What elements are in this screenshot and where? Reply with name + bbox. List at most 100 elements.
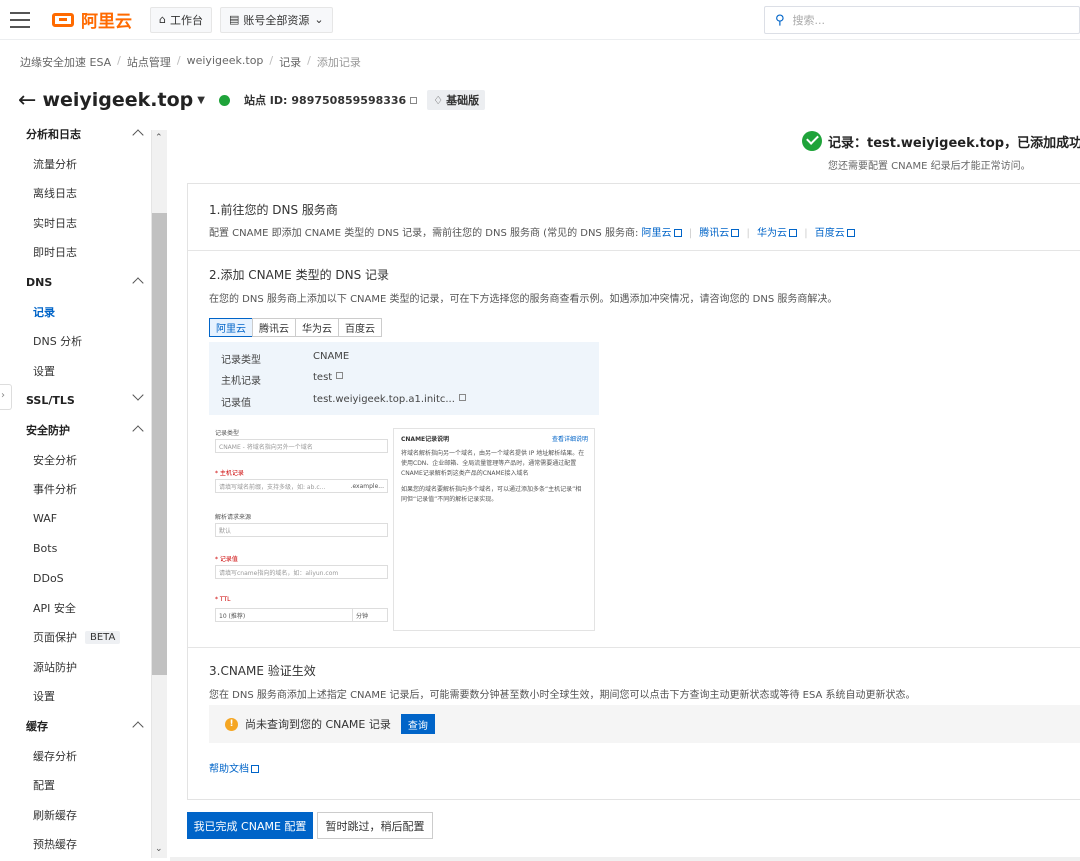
chevron-up-icon[interactable] xyxy=(132,277,144,289)
sidebar-item[interactable]: API 安全 xyxy=(0,594,150,622)
sidebar-item[interactable]: 预热缓存 xyxy=(0,830,150,858)
form-label: 记录类型 xyxy=(215,430,240,437)
provider-link-huawei[interactable]: 华为云 xyxy=(757,228,798,239)
record-value: test.weiyigeek.top.a1.initc... xyxy=(313,394,455,405)
sidebar-item[interactable]: 即时日志 xyxy=(0,238,150,266)
sidebar-item[interactable]: 安全分析 xyxy=(0,446,150,474)
breadcrumb-item[interactable]: weiyigeek.top xyxy=(187,54,264,70)
breadcrumb-item[interactable]: 站点管理 xyxy=(127,54,171,70)
tab-tencent[interactable]: 腾讯云 xyxy=(252,318,296,337)
sidebar-group[interactable]: DNS xyxy=(0,268,150,296)
sidebar-item[interactable]: 离线日志 xyxy=(0,179,150,207)
skip-button[interactable]: 暂时跳过，稍后配置 xyxy=(317,812,433,839)
sidebar-item[interactable]: 源站防护 xyxy=(0,653,150,681)
sidebar-item-label: 刷新缓存 xyxy=(33,808,77,822)
sidebar-item[interactable]: 记录 xyxy=(0,298,150,326)
sidebar-group[interactable]: 分析和日志 xyxy=(0,120,150,148)
sidebar-item[interactable]: WAF xyxy=(0,505,150,533)
query-button[interactable]: 查询 xyxy=(400,714,435,734)
search-input[interactable]: ⚲ 搜索... xyxy=(764,6,1080,34)
sidebar-item[interactable]: Bots xyxy=(0,534,150,562)
sidebar-item[interactable]: 缓存分析 xyxy=(0,742,150,770)
sidebar-item-label: 安全防护 xyxy=(26,424,70,437)
done-cname-button[interactable]: 我已完成 CNAME 配置 xyxy=(187,812,313,839)
sidebar-item[interactable]: 设置 xyxy=(0,357,150,385)
menu-icon[interactable] xyxy=(10,11,30,28)
sidebar-item[interactable]: 配置 xyxy=(0,771,150,799)
record-info-box: 记录类型 CNAME 主机记录 test 记录值 test.weiyigeek.top… xyxy=(209,342,599,415)
external-link-icon xyxy=(846,229,855,237)
provider-link-baidu[interactable]: 百度云 xyxy=(815,228,855,239)
breadcrumb-item[interactable]: 记录 xyxy=(279,54,301,70)
external-link-icon xyxy=(251,765,259,773)
chevron-down-icon[interactable] xyxy=(132,389,144,402)
copy-icon[interactable] xyxy=(336,372,344,379)
sidebar-item-label: 源站防护 xyxy=(33,660,77,674)
resource-dropdown[interactable]: ▤ 账号全部资源 ⌄ xyxy=(219,6,333,33)
sidebar-item[interactable]: DNS 分析 xyxy=(0,327,150,355)
caret-down-icon[interactable]: ▼ xyxy=(197,95,205,106)
horizontal-scrollbar[interactable] xyxy=(170,857,1080,861)
help-doc-link[interactable]: 帮助文档 xyxy=(209,760,259,775)
sidebar: 分析和日志流量分析离线日志 实时日志 即时日志 DNS 记录 DNS 分析设置 SSL/TL… xyxy=(0,120,170,861)
scroll-up-icon[interactable]: ⌃ xyxy=(155,133,163,143)
sidebar-group[interactable]: 安全防护 xyxy=(0,416,150,444)
cname-note: CNAME记录说明 查看详细说明 将域名解析指向另一个域名，由另一个域名提供 I… xyxy=(393,428,595,631)
cname-guide-panel: 1.前往您的 DNS 服务商 配置 CNAME 即添加 CNAME 类型的 DN… xyxy=(187,183,1080,800)
sidebar-item[interactable]: 实时日志 xyxy=(0,209,150,237)
copy-icon[interactable] xyxy=(410,96,418,104)
tab-huawei[interactable]: 华为云 xyxy=(295,318,339,337)
beta-badge: BETA xyxy=(85,630,121,644)
back-arrow-icon[interactable]: ← xyxy=(18,88,36,113)
sidebar-item[interactable]: 流量分析 xyxy=(0,150,150,178)
sidebar-collapse-button[interactable]: › xyxy=(0,384,12,410)
sidebar-group[interactable]: SSL/TLS xyxy=(0,386,150,414)
divider xyxy=(188,250,1080,251)
record-key: 主机记录 xyxy=(221,376,261,387)
form-label: * 主机记录 xyxy=(215,470,244,477)
step1-title: 1.前往您的 DNS 服务商 xyxy=(209,203,338,217)
scroll-down-icon[interactable]: ⌄ xyxy=(155,844,163,854)
tab-aliyun[interactable]: 阿里云 xyxy=(209,318,253,337)
site-name[interactable]: weiyigeek.top xyxy=(42,89,193,111)
sidebar-item-label: 事件分析 xyxy=(33,483,77,497)
chevron-up-icon[interactable] xyxy=(132,129,144,141)
provider-link-tencent[interactable]: 腾讯云 xyxy=(699,228,740,239)
home-icon: ⌂ xyxy=(159,13,166,26)
sidebar-item-label: Bots xyxy=(33,541,58,555)
breadcrumb: 边缘安全加速 ESA / 站点管理 / weiyigeek.top / 记录 / 添加记… xyxy=(20,54,361,70)
provider-link-aliyun[interactable]: 阿里云 xyxy=(642,228,682,239)
sidebar-item[interactable]: 页面保护 BETA xyxy=(0,623,150,651)
success-notice: 记录：test.weiyigeek.top，已添加成功! 您还需要配置 CNAM… xyxy=(802,130,1080,174)
aliyun-logo[interactable]: 阿里云 xyxy=(52,7,132,32)
breadcrumb-item[interactable]: 边缘安全加速 ESA xyxy=(20,54,111,70)
form-select: 默认 xyxy=(215,523,388,537)
sidebar-item-label: SSL/TLS xyxy=(26,393,75,407)
form-label: * TTL xyxy=(215,596,231,603)
form-label: 解析请求来源 xyxy=(215,514,252,521)
step1-desc: 配置 CNAME 即添加 CNAME 类型的 DNS 记录，需前往您的 DNS … xyxy=(209,224,855,239)
sidebar-item-label: 记录 xyxy=(33,305,55,319)
provider-tabs: 阿里云 腾讯云 华为云 百度云 xyxy=(209,318,382,337)
sidebar-item[interactable]: 事件分析 xyxy=(0,475,150,503)
sidebar-item-label: DNS 分析 xyxy=(33,335,83,349)
sidebar-item-label: DDoS xyxy=(33,571,64,585)
record-key: 记录值 xyxy=(221,398,251,409)
sidebar-item-label: 流量分析 xyxy=(33,157,77,171)
sidebar-scroll-thumb[interactable] xyxy=(152,213,167,675)
sidebar-group[interactable]: 缓存 xyxy=(0,712,150,740)
workbench-button[interactable]: ⌂ 工作台 xyxy=(150,6,212,33)
sidebar-item-label: 页面保护 xyxy=(33,631,77,645)
record-key: 记录类型 xyxy=(221,355,261,366)
success-check-icon xyxy=(802,131,822,151)
form-input: 请填写cname指向的域名，如：aliyun.com xyxy=(215,565,388,579)
tab-baidu[interactable]: 百度云 xyxy=(338,318,382,337)
form-select: 分钟 xyxy=(352,608,388,622)
sidebar-item[interactable]: 刷新缓存 xyxy=(0,801,150,829)
chevron-down-icon: ⌄ xyxy=(314,13,324,26)
sidebar-item[interactable]: 设置 xyxy=(0,682,150,710)
chevron-up-icon[interactable] xyxy=(132,721,144,733)
sidebar-item[interactable]: DDoS xyxy=(0,564,150,592)
copy-icon[interactable] xyxy=(458,394,466,401)
chevron-up-icon[interactable] xyxy=(132,425,144,437)
